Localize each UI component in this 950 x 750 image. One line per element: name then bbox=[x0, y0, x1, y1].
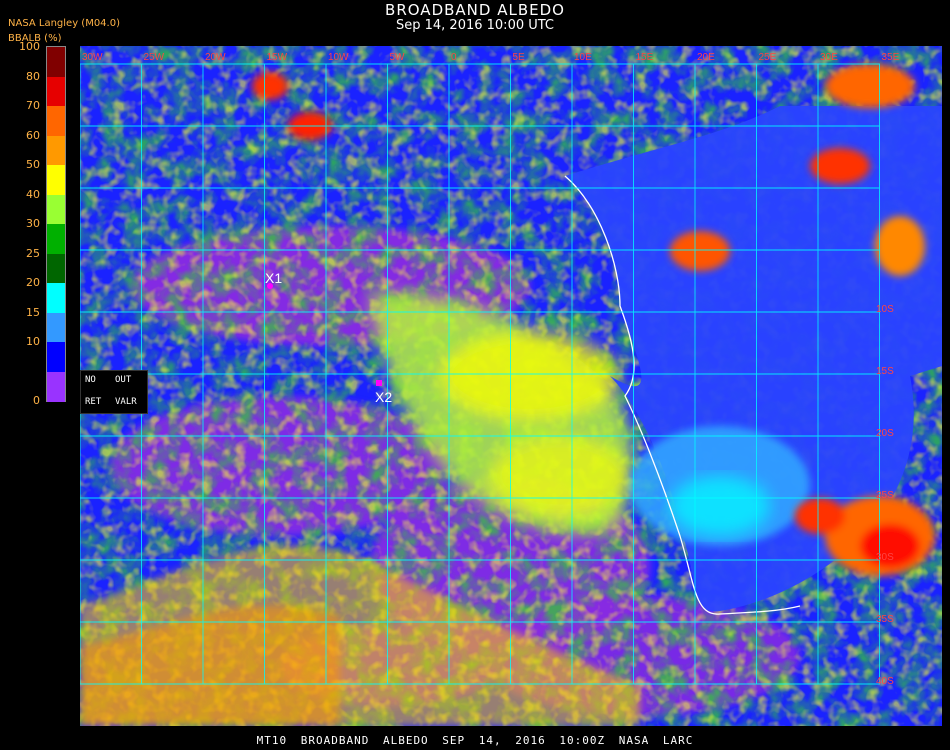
colorbar-segment bbox=[47, 76, 65, 107]
albedo-map[interactable]: 30W 25W 20W 15W 10W 5W 0 5E 10E 15E 20E 25E 30E 35E 1… bbox=[80, 46, 942, 726]
longitude-label: 20W bbox=[205, 52, 226, 63]
colorbar-tick-label: 15 bbox=[26, 305, 40, 319]
nodata-valr: VALR bbox=[115, 397, 137, 407]
longitude-label: 15W bbox=[267, 52, 288, 63]
latitude-label: 20S bbox=[876, 428, 894, 439]
albedo-map-viewer: BROADBAND ALBEDO Sep 14, 2016 10:00 UTC … bbox=[0, 0, 950, 750]
longitude-label: 5W bbox=[390, 52, 406, 63]
longitude-label: 20E bbox=[697, 52, 715, 63]
marker-x1-label: X1 bbox=[265, 270, 282, 286]
colorbar-segment bbox=[47, 342, 65, 372]
colorbar-segment bbox=[47, 165, 65, 195]
latitude-label: 15S bbox=[876, 366, 894, 377]
colorbar-tick-label: 100 bbox=[19, 40, 40, 53]
colorbar-segment bbox=[47, 47, 65, 77]
map-title: BROADBAND ALBEDO bbox=[385, 1, 565, 19]
colorbar-segment bbox=[47, 253, 65, 284]
colorbar-tick-label: 50 bbox=[26, 158, 40, 171]
longitude-label: 30W bbox=[82, 52, 103, 63]
colorbar-segment bbox=[47, 371, 65, 402]
footer-caption: MT10 BROADBAND ALBEDO SEP 14, 2016 10:00… bbox=[256, 734, 694, 747]
colorbar bbox=[46, 46, 66, 402]
source-label: NASA Langley (M04.0) bbox=[8, 18, 120, 29]
longitude-label: 35E bbox=[882, 52, 900, 63]
colorbar-tick-label: 25 bbox=[26, 246, 40, 260]
longitude-label: 0 bbox=[451, 52, 457, 63]
longitude-label: 15E bbox=[636, 52, 654, 63]
colorbar-tick-label: 10 bbox=[26, 335, 40, 348]
nodata-ret: RET bbox=[85, 397, 102, 407]
colorbar-tick-label: 60 bbox=[26, 128, 40, 142]
nodata-legend: NO OUT RET VALR bbox=[80, 370, 148, 414]
latitude-label: 25S bbox=[876, 490, 894, 501]
map-timestamp: Sep 14, 2016 10:00 UTC bbox=[395, 18, 555, 33]
colorbar-segment bbox=[47, 135, 65, 166]
latitude-label: 40S bbox=[876, 676, 894, 687]
colorbar-segment bbox=[47, 194, 65, 225]
latitude-label: 35S bbox=[876, 614, 894, 625]
colorbar-segment bbox=[47, 312, 65, 343]
nodata-no: NO bbox=[85, 375, 96, 385]
longitude-label: 30E bbox=[820, 52, 838, 63]
colorbar-segment bbox=[47, 224, 65, 254]
colorbar-tick-label: 20 bbox=[26, 276, 40, 289]
longitude-label: 25W bbox=[144, 52, 165, 63]
colorbar-segment bbox=[47, 283, 65, 313]
colorbar-segment bbox=[47, 106, 65, 136]
colorbar-tick-label: 0 bbox=[33, 394, 40, 407]
latitude-label: 30S bbox=[876, 552, 894, 563]
colorbar-tick-label: 80 bbox=[26, 69, 40, 83]
latitude-label: 10S bbox=[876, 304, 894, 315]
colorbar-tick-label: 30 bbox=[26, 217, 40, 230]
longitude-label: 25E bbox=[759, 52, 777, 63]
nodata-out: OUT bbox=[115, 375, 132, 385]
longitude-label: 10W bbox=[328, 52, 349, 63]
longitude-label: 5E bbox=[513, 52, 526, 63]
colorbar-tick-label: 40 bbox=[26, 187, 40, 201]
colorbar-tick-label: 70 bbox=[26, 99, 40, 112]
longitude-label: 10E bbox=[574, 52, 592, 63]
marker-x2-label: X2 bbox=[375, 389, 392, 405]
